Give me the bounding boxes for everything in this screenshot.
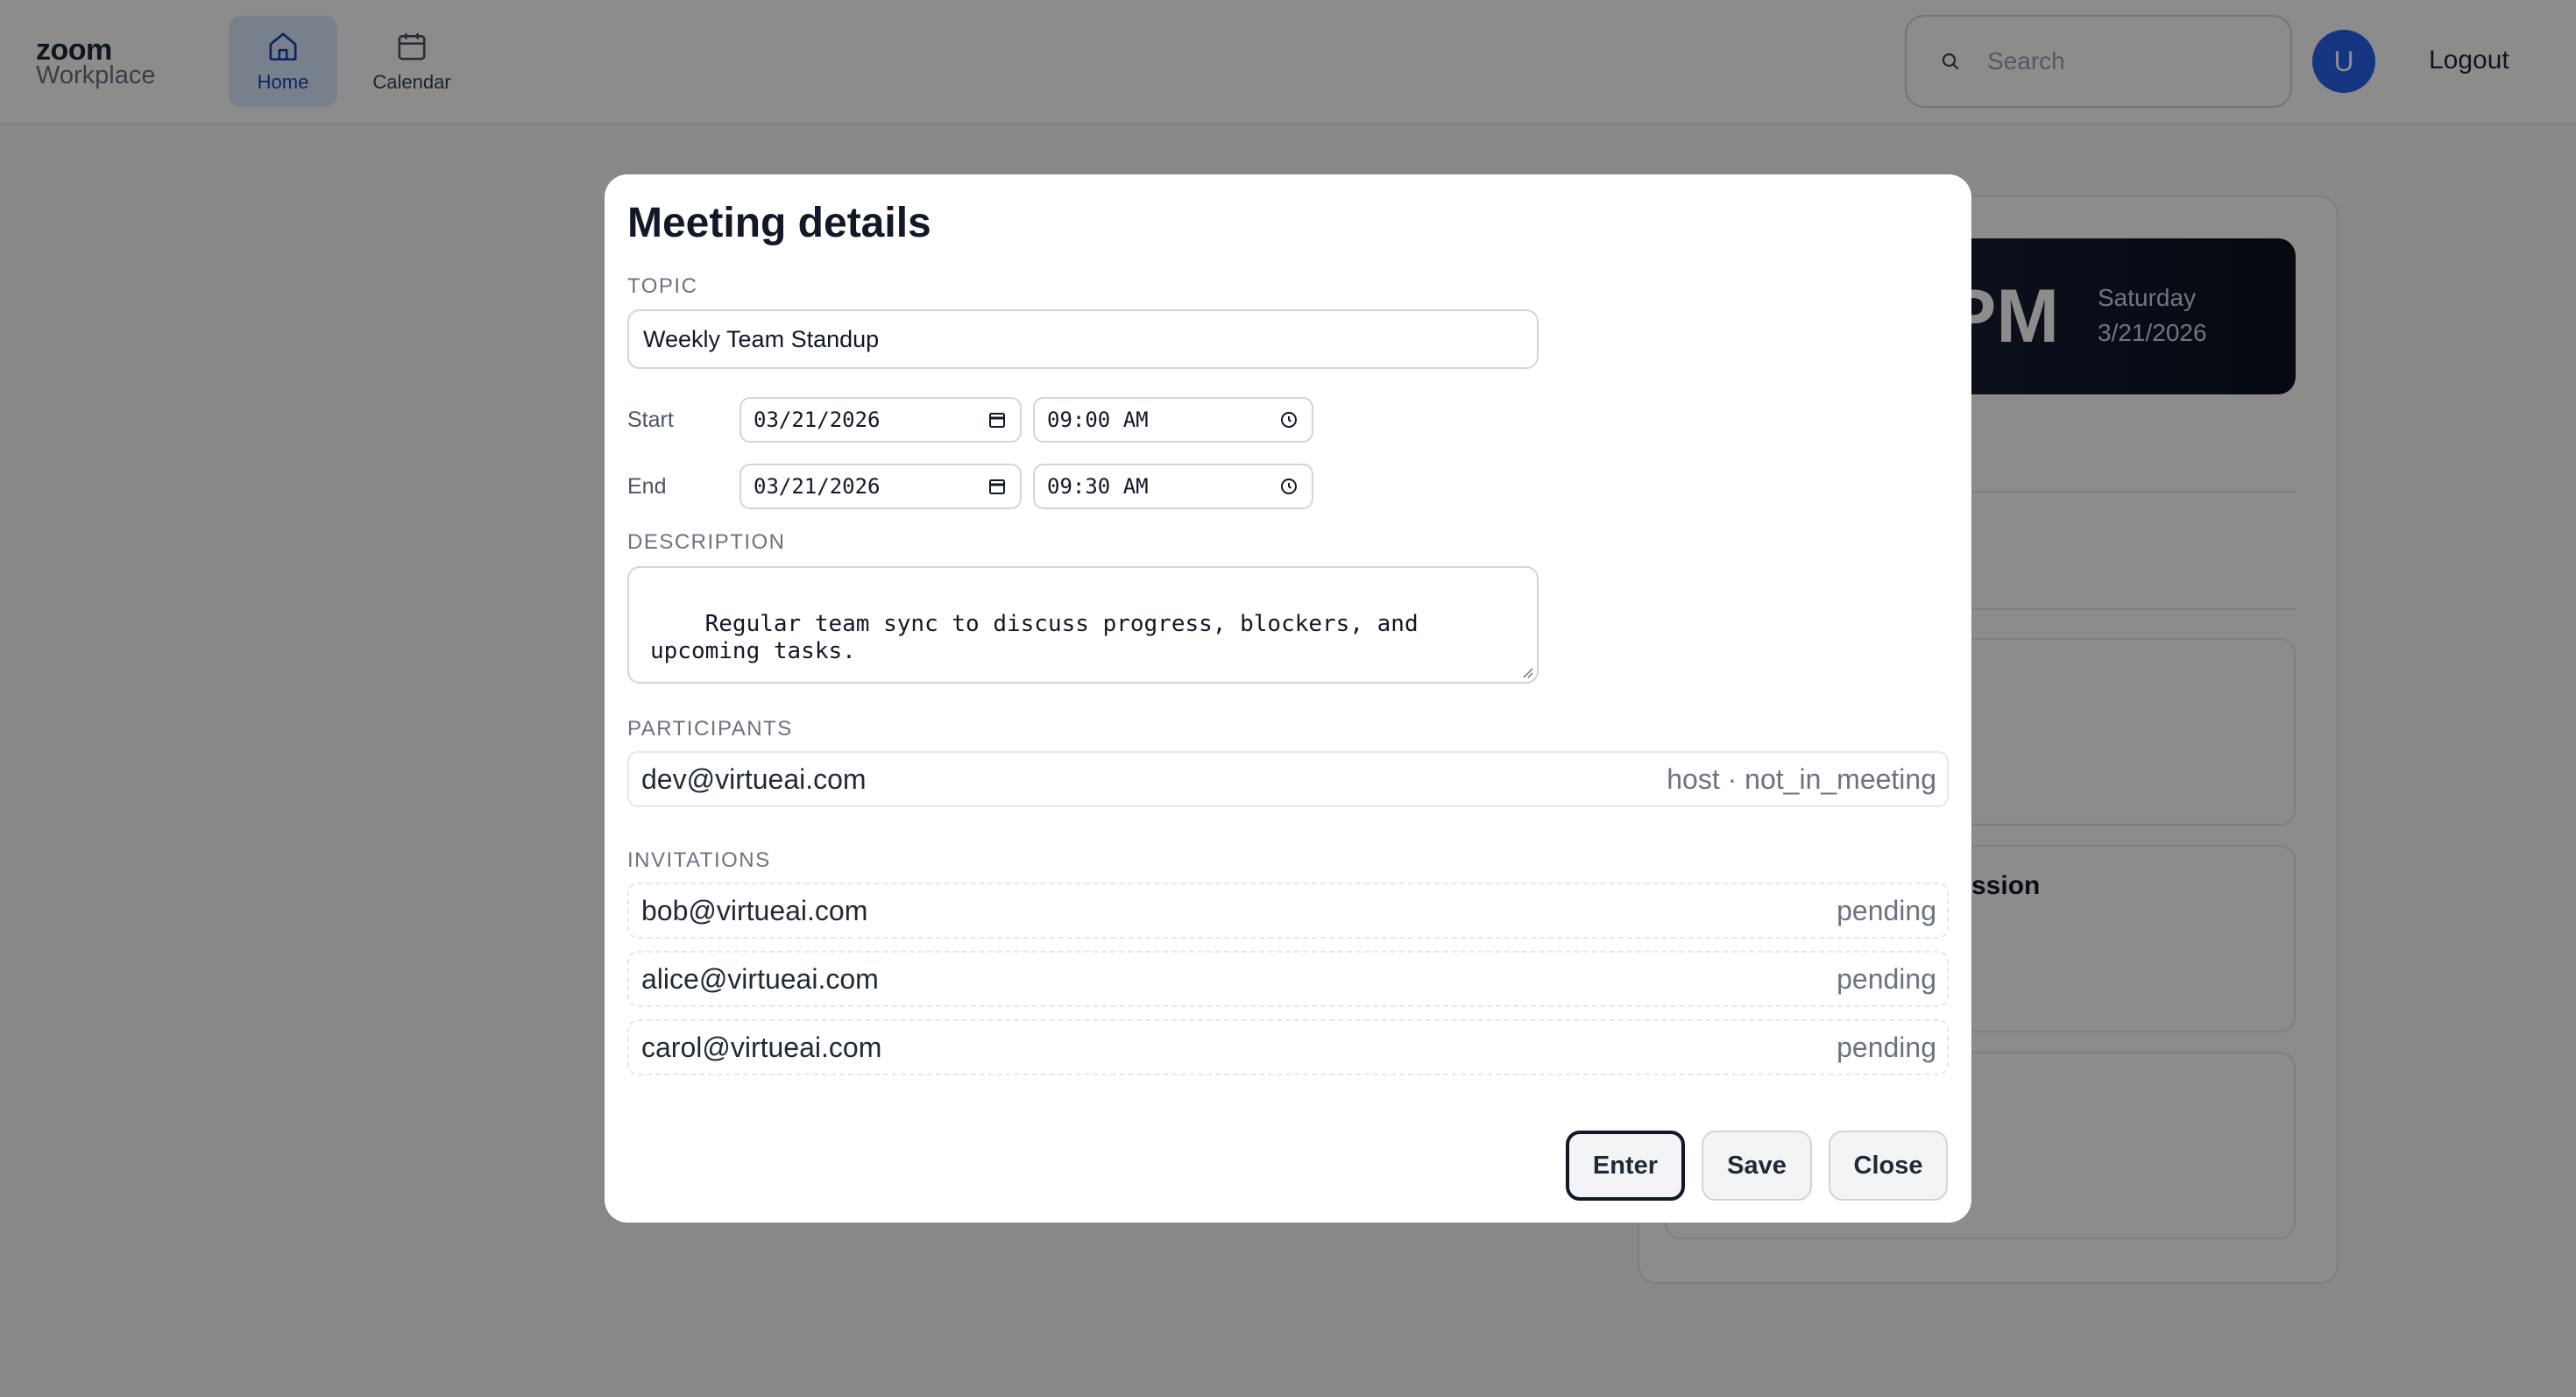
participants-label: PARTICIPANTS bbox=[627, 717, 793, 741]
calendar-icon[interactable] bbox=[987, 476, 1008, 497]
invitation-row: bob@virtueai.com pending bbox=[627, 883, 1949, 939]
invitation-email: alice@virtueai.com bbox=[641, 962, 879, 995]
clock-icon[interactable] bbox=[1278, 476, 1299, 497]
end-label: End bbox=[627, 474, 667, 499]
end-time-input[interactable]: 09:30 AM bbox=[1033, 464, 1313, 509]
start-date-value: 03/21/2026 bbox=[754, 408, 881, 432]
clock-icon[interactable] bbox=[1278, 409, 1299, 430]
description-textarea[interactable]: Regular team sync to discuss progress, b… bbox=[627, 566, 1539, 684]
invitation-status: pending bbox=[1836, 962, 1936, 995]
meeting-details-modal: Meeting details TOPIC Start 03/21/2026 0… bbox=[605, 174, 1971, 1223]
enter-button[interactable]: Enter bbox=[1566, 1131, 1685, 1201]
topic-label: TOPIC bbox=[627, 274, 698, 298]
save-button[interactable]: Save bbox=[1702, 1131, 1812, 1201]
invitation-row: alice@virtueai.com pending bbox=[627, 951, 1949, 1007]
invitation-row: carol@virtueai.com pending bbox=[627, 1019, 1949, 1075]
description-label: DESCRIPTION bbox=[627, 530, 786, 554]
resize-grip-icon[interactable] bbox=[1519, 664, 1533, 678]
end-date-input[interactable]: 03/21/2026 bbox=[740, 464, 1022, 509]
invitation-status: pending bbox=[1836, 1031, 1936, 1063]
participant-row: dev@virtueai.com host · not_in_meeting bbox=[627, 751, 1949, 807]
calendar-icon[interactable] bbox=[987, 409, 1008, 430]
close-button[interactable]: Close bbox=[1829, 1131, 1948, 1201]
participant-status: host · not_in_meeting bbox=[1667, 762, 1936, 795]
participant-email: dev@virtueai.com bbox=[641, 762, 867, 795]
topic-input[interactable] bbox=[627, 309, 1539, 369]
invitation-email: carol@virtueai.com bbox=[641, 1031, 882, 1063]
start-label: Start bbox=[627, 408, 674, 432]
end-time-value: 09:30 AM bbox=[1047, 474, 1149, 499]
invitations-label: INVITATIONS bbox=[627, 848, 771, 872]
invitation-status: pending bbox=[1836, 894, 1936, 926]
start-time-input[interactable]: 09:00 AM bbox=[1033, 397, 1313, 443]
invitation-email: bob@virtueai.com bbox=[641, 894, 868, 926]
start-time-value: 09:00 AM bbox=[1047, 408, 1149, 432]
start-date-input[interactable]: 03/21/2026 bbox=[740, 397, 1022, 443]
end-date-value: 03/21/2026 bbox=[754, 474, 881, 499]
modal-title: Meeting details bbox=[627, 200, 931, 246]
description-value: Regular team sync to discuss progress, b… bbox=[650, 611, 1433, 664]
